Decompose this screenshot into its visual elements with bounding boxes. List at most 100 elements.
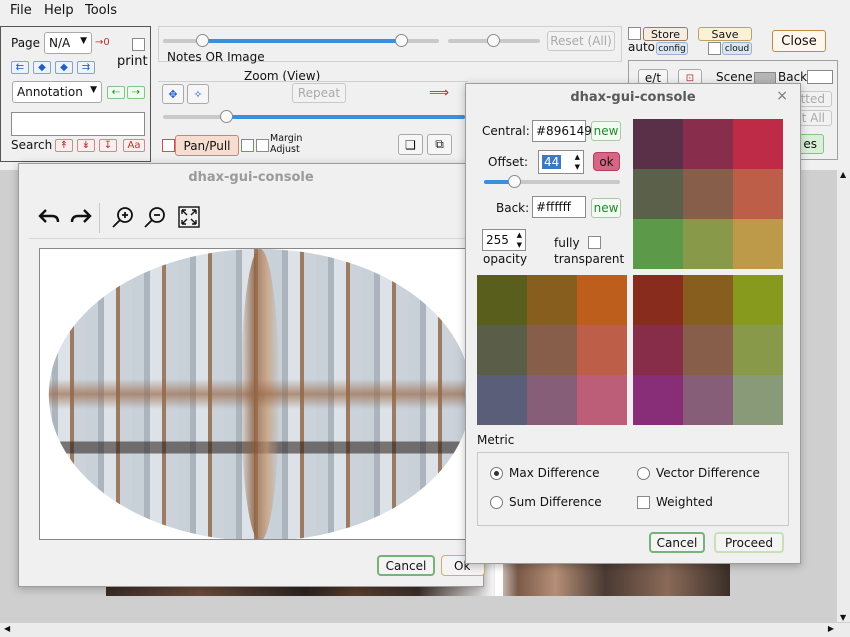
central-swatch[interactable] [633,219,683,269]
margin-adjust-checkbox[interactable] [256,139,269,152]
left-swatch[interactable] [477,325,527,375]
central-swatch[interactable] [733,119,783,169]
horizontal-scrollbar[interactable]: ◀ ▶ [0,622,850,637]
right-swatch[interactable] [633,375,683,425]
auto-checkbox[interactable] [628,27,641,40]
page-select[interactable]: N/A ▼ [44,32,92,54]
offset-spinbox[interactable]: 44 ▲ ▼ [538,150,584,174]
first-page-button[interactable]: ⇇ [11,61,29,74]
back-swatch[interactable] [807,70,833,84]
menu-file[interactable]: File [10,3,32,18]
secondary-slider-knob[interactable] [487,34,500,47]
store-button[interactable]: Store [643,27,688,41]
image-cancel-button[interactable]: Cancel [377,555,435,576]
opacity-spinbox[interactable]: 255 ▲ ▼ [482,229,526,251]
zoom-in-icon[interactable] [111,205,135,229]
reset-all-button[interactable]: Reset (All) [547,31,615,51]
right-swatch[interactable] [733,375,783,425]
left-swatch[interactable] [527,325,577,375]
fit-screen-icon[interactable] [177,205,201,229]
right-swatch[interactable] [683,325,733,375]
zoom-slider-low-knob[interactable] [196,34,209,47]
save-button[interactable]: Save [698,27,752,41]
central-swatch[interactable] [683,169,733,219]
pan-slider-knob[interactable] [220,110,233,123]
search-first-button[interactable]: ↟ [55,139,73,152]
left-swatch[interactable] [577,375,627,425]
sum-difference-radio[interactable] [490,496,503,509]
spin-down-icon[interactable]: ▼ [517,241,522,249]
config-button[interactable]: config [656,42,688,55]
spin-down-icon[interactable]: ▼ [575,163,580,171]
scroll-right-icon[interactable]: ▶ [828,624,834,633]
repeat-button[interactable]: Repeat [292,83,346,103]
redo-icon[interactable] [69,205,93,229]
pan-pull-button[interactable]: Pan/Pull [175,135,239,156]
central-swatch[interactable] [683,119,733,169]
left-swatch[interactable] [477,375,527,425]
red-arrow-icon[interactable]: ⟹ [429,86,453,100]
zoom-slider-high-knob[interactable] [395,34,408,47]
zoom-out-icon[interactable] [143,205,167,229]
scroll-up-icon[interactable]: ▲ [840,170,846,179]
left-swatch[interactable] [477,275,527,325]
right-swatch[interactable] [733,275,783,325]
annotation-prev-button[interactable]: ⇠ [107,86,125,99]
close-icon[interactable]: × [776,88,788,104]
central-swatch[interactable] [633,119,683,169]
margin-color-box[interactable] [241,139,254,152]
max-difference-radio[interactable] [490,467,503,480]
move-tool-button[interactable]: ✥ [162,84,184,104]
print-checkbox[interactable] [132,38,145,51]
menu-help[interactable]: Help [44,3,74,18]
swatch-grid-left[interactable] [477,275,627,425]
proceed-button[interactable]: Proceed [714,532,784,553]
offset-ok-button[interactable]: ok [593,152,620,171]
last-page-button[interactable]: ⇉ [77,61,95,74]
central-swatch[interactable] [733,169,783,219]
right-swatch[interactable] [633,275,683,325]
weighted-checkbox[interactable] [637,496,650,509]
fully-transparent-checkbox[interactable] [588,236,601,249]
case-sensitive-button[interactable]: Aa [123,139,145,152]
central-swatch[interactable] [733,219,783,269]
color-cancel-button[interactable]: Cancel [649,532,705,553]
dual-page-button[interactable]: ⧉ [427,134,452,155]
pan-pull-color-box[interactable] [162,139,175,152]
central-color-input[interactable]: #896149 [532,120,592,142]
offset-slider-knob[interactable] [507,175,521,188]
left-swatch[interactable] [577,275,627,325]
left-swatch[interactable] [527,275,577,325]
right-swatch[interactable] [683,275,733,325]
swatch-grid-right[interactable] [633,275,783,425]
cloud-checkbox[interactable] [708,42,721,55]
single-page-button[interactable]: ❑ [398,134,423,155]
back-color-input[interactable]: #ffffff [532,196,586,218]
right-swatch[interactable] [683,375,733,425]
vector-difference-radio[interactable] [637,467,650,480]
prev-page-button[interactable]: ◆ [33,61,51,74]
vertical-scrollbar[interactable]: ▲ ▼ [836,170,850,622]
close-button[interactable]: Close [772,30,826,52]
right-swatch[interactable] [733,325,783,375]
spin-up-icon[interactable]: ▲ [517,231,522,239]
search-next-button[interactable]: ↡ [77,139,95,152]
search-input[interactable] [11,112,145,136]
select-tool-button[interactable]: ✧ [187,84,209,104]
swatch-grid-central[interactable] [633,119,783,269]
undo-icon[interactable] [37,205,61,229]
left-swatch[interactable] [527,375,577,425]
back-new-button[interactable]: new [591,198,621,218]
search-last-button[interactable]: ↧ [99,139,117,152]
left-swatch[interactable] [577,325,627,375]
annotation-next-button[interactable]: ⇢ [127,86,145,99]
central-swatch[interactable] [683,219,733,269]
annotation-select[interactable]: Annotation ▼ [12,81,102,103]
central-swatch[interactable] [633,169,683,219]
menu-tools[interactable]: Tools [85,3,117,18]
spin-up-icon[interactable]: ▲ [575,153,580,161]
right-swatch[interactable] [633,325,683,375]
scroll-left-icon[interactable]: ◀ [4,624,10,633]
cloud-button[interactable]: cloud [722,42,752,55]
next-page-button[interactable]: ◆ [55,61,73,74]
